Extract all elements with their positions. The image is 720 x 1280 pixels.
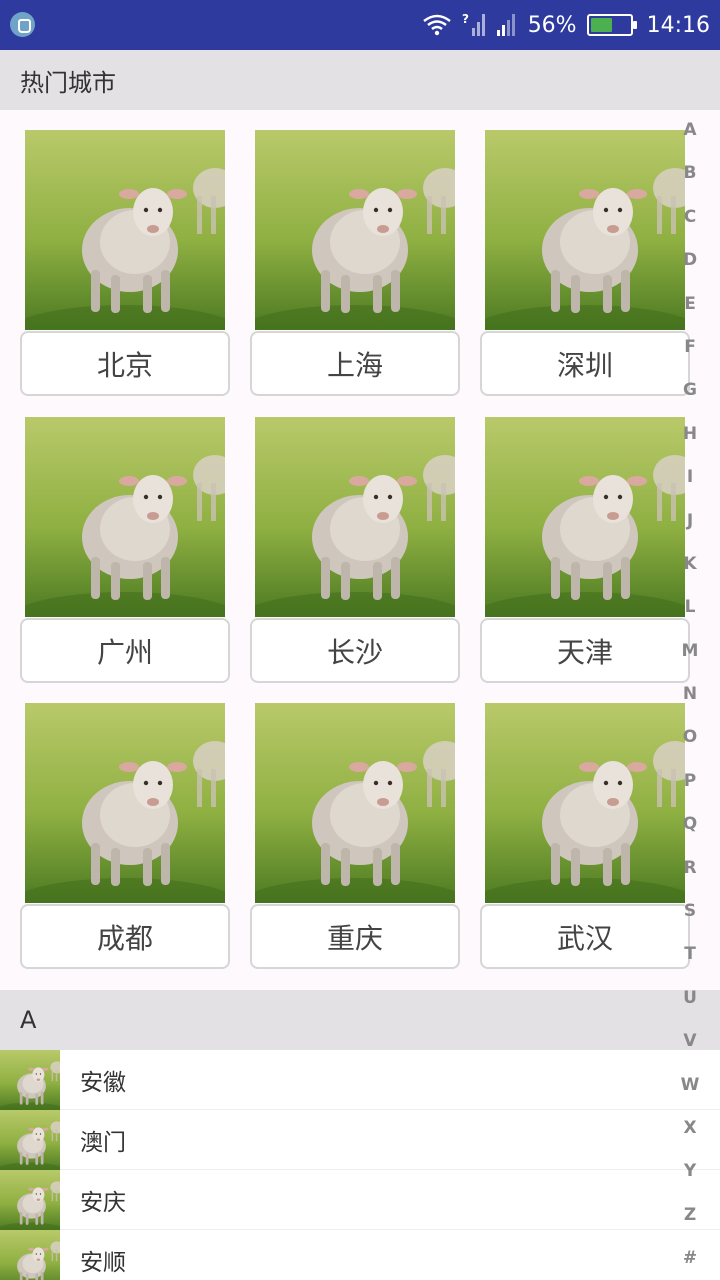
index-letter[interactable]: S (684, 899, 696, 942)
city-image (25, 417, 225, 617)
status-icons: ? 56% 14:16 (422, 0, 710, 50)
list-item-label: 安顺 (80, 1249, 126, 1276)
group-letter: A (20, 1006, 37, 1034)
index-letter[interactable]: F (684, 335, 696, 378)
index-letter[interactable]: J (687, 509, 693, 552)
city-image (255, 703, 455, 903)
hot-city-card[interactable]: 广州 (20, 417, 230, 687)
hot-city-button[interactable]: 天津 (480, 618, 690, 683)
svg-text:?: ? (462, 12, 469, 26)
city-image (485, 417, 685, 617)
city-list: 安徽 澳门 安庆 安顺 (0, 1049, 720, 1280)
index-letter[interactable]: B (684, 161, 697, 204)
index-letter[interactable]: Z (684, 1203, 696, 1246)
index-letter[interactable]: W (681, 1073, 700, 1116)
index-letter[interactable]: Q (683, 812, 697, 855)
hot-city-card[interactable]: 深圳 (480, 130, 690, 400)
list-item-label: 安庆 (80, 1189, 126, 1216)
hot-cities-title: 热门城市 (20, 68, 116, 97)
index-letter[interactable]: I (687, 465, 693, 508)
city-image (485, 703, 685, 903)
hot-city-card[interactable]: 北京 (20, 130, 230, 400)
group-a-header: A (0, 990, 720, 1050)
battery-percent: 56% (527, 12, 577, 38)
city-image (255, 417, 455, 617)
index-letter[interactable]: P (684, 769, 696, 812)
list-item-image (0, 1049, 60, 1110)
index-letter[interactable]: V (683, 1029, 696, 1072)
cell-signal-icon (496, 14, 515, 36)
hot-city-card[interactable]: 成都 (20, 703, 230, 973)
hot-cities-grid: 北京 上海 深圳 广州 长沙 天津 成都 重庆 武汉 (0, 110, 720, 990)
signal-unknown-icon: ? (462, 12, 485, 36)
hot-cities-header: 热门城市 (0, 50, 720, 110)
list-item[interactable]: 安顺 (0, 1229, 720, 1280)
city-image (485, 130, 685, 330)
hot-city-card[interactable]: 上海 (250, 130, 460, 400)
index-letter[interactable]: E (684, 292, 696, 335)
hot-city-button[interactable]: 深圳 (480, 331, 690, 396)
list-item[interactable]: 安徽 (0, 1049, 720, 1110)
hot-city-card[interactable]: 武汉 (480, 703, 690, 973)
city-image (255, 130, 455, 330)
hot-city-card[interactable]: 天津 (480, 417, 690, 687)
index-letter[interactable]: K (683, 552, 696, 595)
hot-city-button[interactable]: 成都 (20, 904, 230, 969)
list-item-image (0, 1229, 60, 1280)
city-image (25, 703, 225, 903)
hot-city-button[interactable]: 上海 (250, 331, 460, 396)
hot-city-button[interactable]: 武汉 (480, 904, 690, 969)
index-letter[interactable]: C (684, 205, 696, 248)
hot-city-button[interactable]: 重庆 (250, 904, 460, 969)
index-letter[interactable]: M (682, 639, 699, 682)
hot-city-button[interactable]: 长沙 (250, 618, 460, 683)
alphabet-index[interactable]: A B C D E F G H I J K L M N O P Q R S T U V W X Y Z # (676, 118, 704, 1280)
index-letter[interactable]: R (683, 856, 696, 899)
index-letter[interactable]: U (683, 986, 697, 1029)
index-letter[interactable]: X (683, 1116, 696, 1159)
index-letter[interactable]: Y (684, 1159, 696, 1202)
clock: 14:16 (646, 12, 710, 38)
list-item-label: 澳门 (80, 1129, 126, 1156)
list-item-image (0, 1169, 60, 1230)
index-letter[interactable]: T (684, 942, 696, 985)
list-item-label: 安徽 (80, 1069, 126, 1096)
battery-icon (586, 14, 637, 36)
hot-city-button[interactable]: 广州 (20, 618, 230, 683)
index-letter[interactable]: # (683, 1246, 697, 1280)
list-item-image (0, 1109, 60, 1170)
index-letter[interactable]: O (683, 725, 697, 768)
city-image (25, 130, 225, 330)
hot-city-card[interactable]: 重庆 (250, 703, 460, 973)
index-letter[interactable]: L (685, 595, 696, 638)
wifi-icon (422, 14, 451, 36)
index-letter[interactable]: G (683, 378, 697, 421)
list-item[interactable]: 澳门 (0, 1109, 720, 1170)
app-notification-icon (10, 12, 35, 37)
index-letter[interactable]: D (683, 248, 697, 291)
list-item[interactable]: 安庆 (0, 1169, 720, 1230)
index-letter[interactable]: A (683, 118, 696, 161)
index-letter[interactable]: H (683, 422, 697, 465)
status-bar: ? 56% 14:16 (0, 0, 720, 50)
index-letter[interactable]: N (683, 682, 697, 725)
hot-city-card[interactable]: 长沙 (250, 417, 460, 687)
hot-city-button[interactable]: 北京 (20, 331, 230, 396)
battery-level-fill (590, 18, 612, 32)
